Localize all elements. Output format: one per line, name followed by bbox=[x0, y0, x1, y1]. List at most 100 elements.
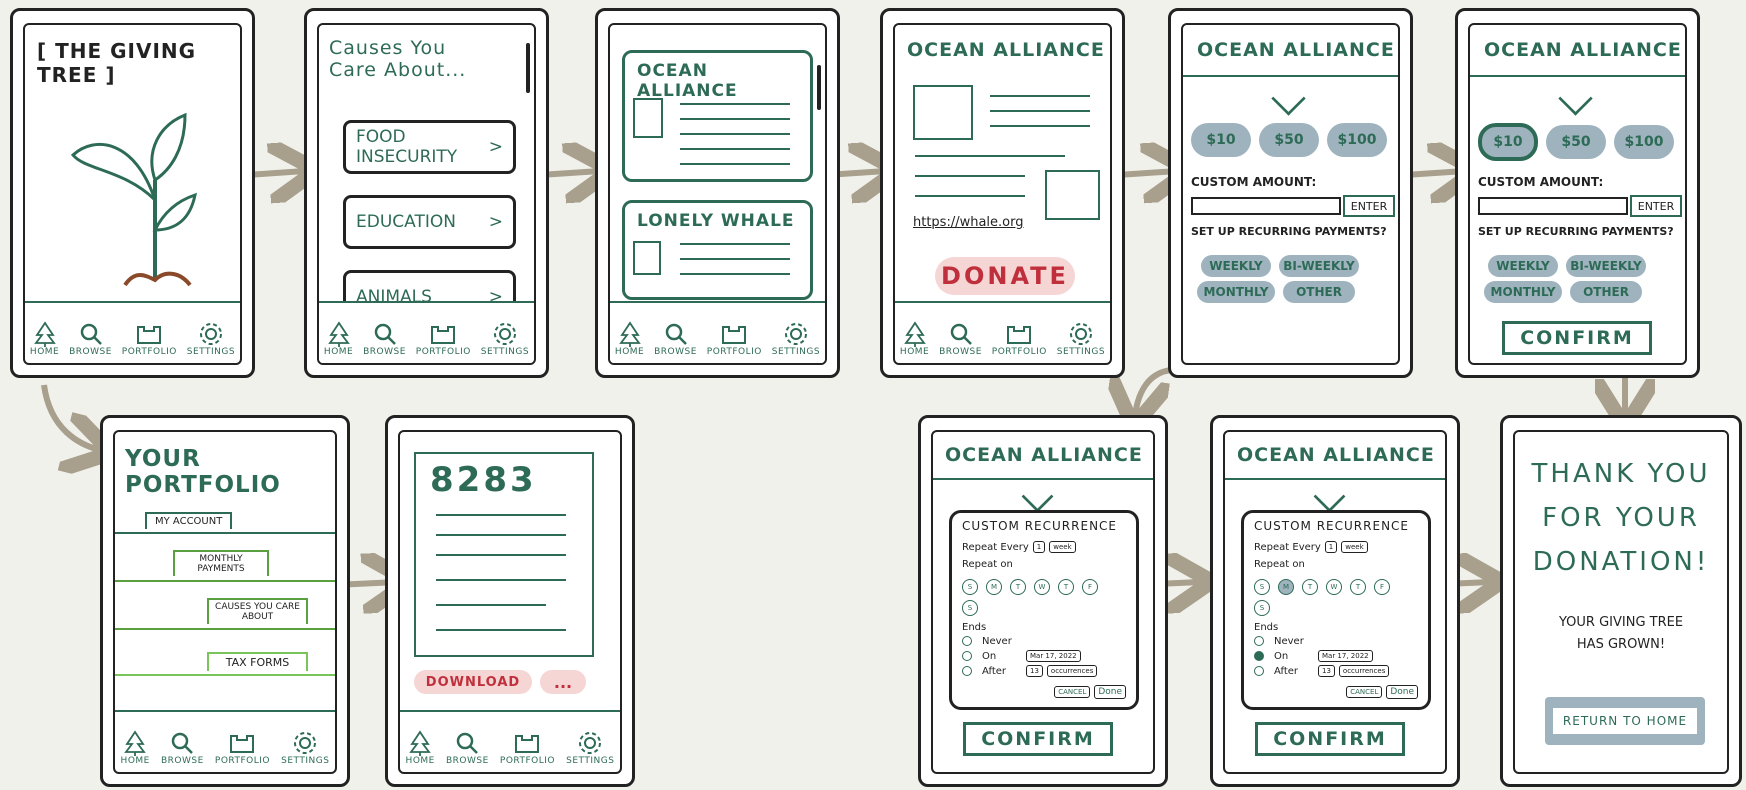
repeat-count-stepper[interactable]: 1 bbox=[1324, 541, 1338, 553]
chevron-down-icon[interactable] bbox=[1021, 480, 1054, 513]
freq-monthly-button[interactable]: MONTHLY bbox=[1484, 281, 1562, 303]
ends-on-row[interactable]: On Mar 17, 2022 bbox=[962, 650, 1126, 662]
amount-100-button[interactable]: $100 bbox=[1614, 125, 1674, 159]
nav-browse[interactable]: BROWSE bbox=[939, 321, 982, 357]
end-date-input[interactable]: Mar 17, 2022 bbox=[1026, 650, 1081, 662]
day-button[interactable]: T bbox=[1058, 579, 1074, 595]
nav-home[interactable]: HOME bbox=[324, 321, 353, 357]
day-button[interactable]: W bbox=[1034, 579, 1050, 595]
nav-portfolio[interactable]: PORTFOLIO bbox=[215, 730, 270, 766]
repeat-unit-select[interactable]: week bbox=[1341, 541, 1368, 553]
day-button[interactable]: F bbox=[1374, 579, 1390, 595]
day-button[interactable]: S bbox=[962, 600, 978, 616]
nav-browse[interactable]: BROWSE bbox=[363, 321, 406, 357]
ends-never-row[interactable]: Never bbox=[962, 636, 1126, 647]
freq-monthly-button[interactable]: MONTHLY bbox=[1197, 281, 1275, 303]
cause-food-insecurity[interactable]: FOOD INSECURITY > bbox=[343, 120, 516, 174]
nav-settings[interactable]: SETTINGS bbox=[1057, 321, 1105, 357]
ends-never-row[interactable]: Never bbox=[1254, 636, 1418, 647]
confirm-button[interactable]: CONFIRM bbox=[963, 722, 1113, 756]
cause-education[interactable]: EDUCATION > bbox=[343, 195, 516, 249]
done-button[interactable]: Done bbox=[1094, 684, 1126, 699]
day-button[interactable]: S bbox=[962, 579, 978, 595]
enter-button[interactable]: ENTER bbox=[1630, 195, 1682, 217]
chevron-down-icon[interactable] bbox=[1313, 480, 1346, 513]
nav-portfolio[interactable]: PORTFOLIO bbox=[500, 730, 555, 766]
nav-settings[interactable]: SETTINGS bbox=[566, 730, 614, 766]
confirm-button[interactable]: CONFIRM bbox=[1502, 321, 1652, 355]
day-button[interactable]: W bbox=[1326, 579, 1342, 595]
repeat-unit-select[interactable]: week bbox=[1049, 541, 1076, 553]
org-card-lonely-whale[interactable]: LONELY WHALE bbox=[622, 200, 813, 300]
nav-browse[interactable]: BROWSE bbox=[69, 321, 112, 357]
portfolio-tab-causes[interactable]: CAUSES YOU CARE ABOUT bbox=[207, 598, 308, 624]
nav-settings[interactable]: SETTINGS bbox=[772, 321, 820, 357]
freq-biweekly-button[interactable]: BI-WEEKLY bbox=[1279, 255, 1359, 277]
chevron-down-icon[interactable] bbox=[1558, 81, 1593, 116]
day-button[interactable]: M bbox=[986, 579, 1002, 595]
nav-settings[interactable]: SETTINGS bbox=[481, 321, 529, 357]
return-home-button[interactable]: RETURN TO HOME bbox=[1545, 697, 1705, 745]
radio-button[interactable] bbox=[962, 666, 972, 676]
done-button[interactable]: Done bbox=[1386, 684, 1418, 699]
cancel-button[interactable]: CANCEL bbox=[1054, 685, 1091, 698]
cancel-button[interactable]: CANCEL bbox=[1346, 685, 1383, 698]
amount-10-button[interactable]: $10 bbox=[1191, 123, 1251, 157]
chevron-down-icon[interactable] bbox=[1271, 81, 1306, 116]
radio-button[interactable] bbox=[962, 636, 972, 646]
amount-50-button[interactable]: $50 bbox=[1546, 125, 1606, 159]
day-button[interactable]: T bbox=[1350, 579, 1366, 595]
day-button-selected[interactable]: M bbox=[1278, 579, 1294, 595]
portfolio-tab-tax-forms[interactable]: TAX FORMS bbox=[207, 652, 308, 671]
end-date-input[interactable]: Mar 17, 2022 bbox=[1318, 650, 1373, 662]
occurrence-count-input[interactable]: 13 bbox=[1026, 665, 1043, 677]
more-options-button[interactable]: ... bbox=[540, 670, 586, 694]
radio-button[interactable] bbox=[1254, 666, 1264, 676]
nav-settings[interactable]: SETTINGS bbox=[187, 321, 235, 357]
download-button[interactable]: DOWNLOAD bbox=[414, 670, 532, 694]
freq-other-button[interactable]: OTHER bbox=[1570, 281, 1642, 303]
org-card-ocean-alliance[interactable]: OCEAN ALLIANCE bbox=[622, 50, 813, 182]
org-website-link[interactable]: https://whale.org bbox=[913, 215, 1024, 230]
ends-after-row[interactable]: After 13 occurrences bbox=[1254, 665, 1418, 677]
nav-settings[interactable]: SETTINGS bbox=[281, 730, 329, 766]
radio-button[interactable] bbox=[962, 651, 972, 661]
radio-button-selected[interactable] bbox=[1254, 651, 1264, 661]
day-button[interactable]: T bbox=[1010, 579, 1026, 595]
amount-100-button[interactable]: $100 bbox=[1327, 123, 1387, 157]
nav-home[interactable]: HOME bbox=[406, 730, 435, 766]
enter-button[interactable]: ENTER bbox=[1343, 195, 1395, 217]
freq-weekly-button[interactable]: WEEKLY bbox=[1201, 255, 1271, 277]
amount-50-button[interactable]: $50 bbox=[1259, 123, 1319, 157]
nav-home[interactable]: HOME bbox=[30, 321, 59, 357]
custom-amount-input[interactable] bbox=[1478, 197, 1628, 215]
repeat-count-stepper[interactable]: 1 bbox=[1032, 541, 1046, 553]
scrollbar[interactable] bbox=[526, 43, 530, 93]
freq-biweekly-button[interactable]: BI-WEEKLY bbox=[1566, 255, 1646, 277]
nav-home[interactable]: HOME bbox=[121, 730, 150, 766]
portfolio-tab-monthly-payments[interactable]: MONTHLY PAYMENTS bbox=[173, 550, 269, 576]
day-button[interactable]: S bbox=[1254, 579, 1270, 595]
nav-portfolio[interactable]: PORTFOLIO bbox=[122, 321, 177, 357]
nav-browse[interactable]: BROWSE bbox=[161, 730, 204, 766]
nav-browse[interactable]: BROWSE bbox=[446, 730, 489, 766]
nav-portfolio[interactable]: PORTFOLIO bbox=[707, 321, 762, 357]
freq-other-button[interactable]: OTHER bbox=[1283, 281, 1355, 303]
scrollbar[interactable] bbox=[817, 65, 821, 110]
custom-amount-input[interactable] bbox=[1191, 197, 1341, 215]
confirm-button[interactable]: CONFIRM bbox=[1255, 722, 1405, 756]
nav-portfolio[interactable]: PORTFOLIO bbox=[416, 321, 471, 357]
day-button[interactable]: T bbox=[1302, 579, 1318, 595]
donate-button[interactable]: DONATE bbox=[935, 257, 1075, 295]
ends-on-row[interactable]: On Mar 17, 2022 bbox=[1254, 650, 1418, 662]
amount-10-button-selected[interactable]: $10 bbox=[1478, 123, 1538, 161]
nav-portfolio[interactable]: PORTFOLIO bbox=[992, 321, 1047, 357]
freq-weekly-button[interactable]: WEEKLY bbox=[1488, 255, 1558, 277]
day-button[interactable]: S bbox=[1254, 600, 1270, 616]
nav-home[interactable]: HOME bbox=[900, 321, 929, 357]
radio-button[interactable] bbox=[1254, 636, 1264, 646]
nav-browse[interactable]: BROWSE bbox=[654, 321, 697, 357]
ends-after-row[interactable]: After 13 occurrences bbox=[962, 665, 1126, 677]
nav-home[interactable]: HOME bbox=[615, 321, 644, 357]
day-button[interactable]: F bbox=[1082, 579, 1098, 595]
